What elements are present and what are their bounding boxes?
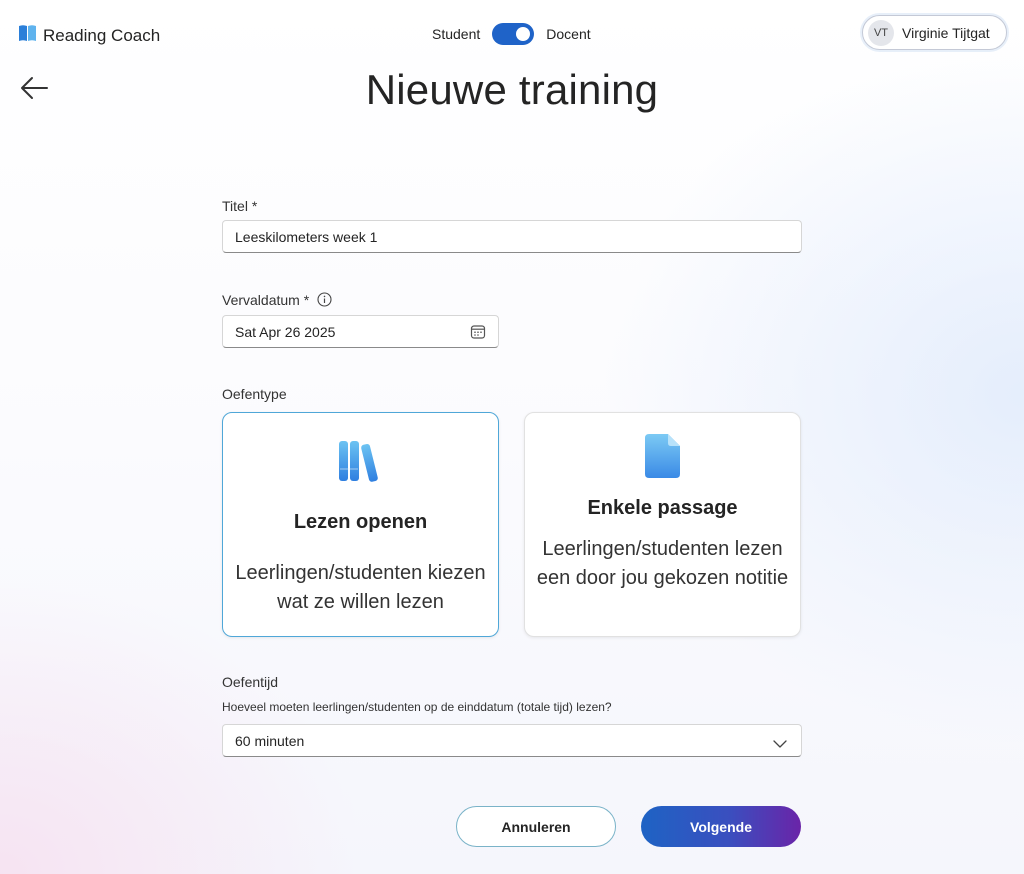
mode-teacher-label: Docent <box>546 26 591 42</box>
card-title: Enkele passage <box>587 497 738 519</box>
practice-time-label: Oefentijd <box>222 674 279 690</box>
title-input-value: Leeskilometers week 1 <box>235 228 378 245</box>
avatar: VT <box>868 19 894 46</box>
app-name: Reading Coach <box>43 25 161 45</box>
practice-time-value: 60 minuten <box>235 732 305 749</box>
chevron-down-icon <box>773 736 787 752</box>
page-title: Nieuwe training <box>365 66 659 113</box>
cancel-button[interactable]: Annuleren <box>456 806 616 847</box>
title-label: Titel * <box>222 198 258 214</box>
exercise-type-label: Oefentype <box>222 386 287 402</box>
exercise-type-open-reading-card[interactable]: Lezen openen Leerlingen/studenten kiezen… <box>222 412 499 637</box>
calendar-icon[interactable] <box>470 324 486 343</box>
due-date-label-row: Vervaldatum * <box>222 292 332 310</box>
practice-time-hint: Hoeveel moeten leerlingen/studenten op d… <box>222 700 612 714</box>
next-button[interactable]: Volgende <box>641 806 801 847</box>
due-date-label: Vervaldatum * <box>222 292 310 308</box>
mode-student-label: Student <box>432 26 481 42</box>
document-icon <box>525 433 800 479</box>
user-name: Virginie Tijtgat <box>902 24 990 41</box>
due-date-input[interactable]: Sat Apr 26 2025 <box>222 315 499 348</box>
books-icon <box>223 439 498 483</box>
info-icon[interactable] <box>317 292 332 310</box>
card-description: Leerlingen/studenten lezen een door jou … <box>536 538 789 589</box>
due-date-value: Sat Apr 26 2025 <box>235 323 336 340</box>
card-description: Leerlingen/studenten kiezen wat ze wille… <box>235 562 486 613</box>
reading-coach-logo-icon <box>18 24 37 47</box>
mode-toggle[interactable] <box>492 23 535 45</box>
mode-switch: Student Docent <box>432 22 591 46</box>
app-brand: Reading Coach <box>18 24 160 47</box>
card-title: Lezen openen <box>293 511 428 533</box>
exercise-type-single-passage-card[interactable]: Enkele passage Leerlingen/studenten leze… <box>524 412 801 637</box>
title-input[interactable]: Leeskilometers week 1 <box>222 220 802 253</box>
user-account-button[interactable]: VT Virginie Tijtgat <box>862 15 1007 50</box>
practice-time-select[interactable]: 60 minuten <box>222 724 802 757</box>
